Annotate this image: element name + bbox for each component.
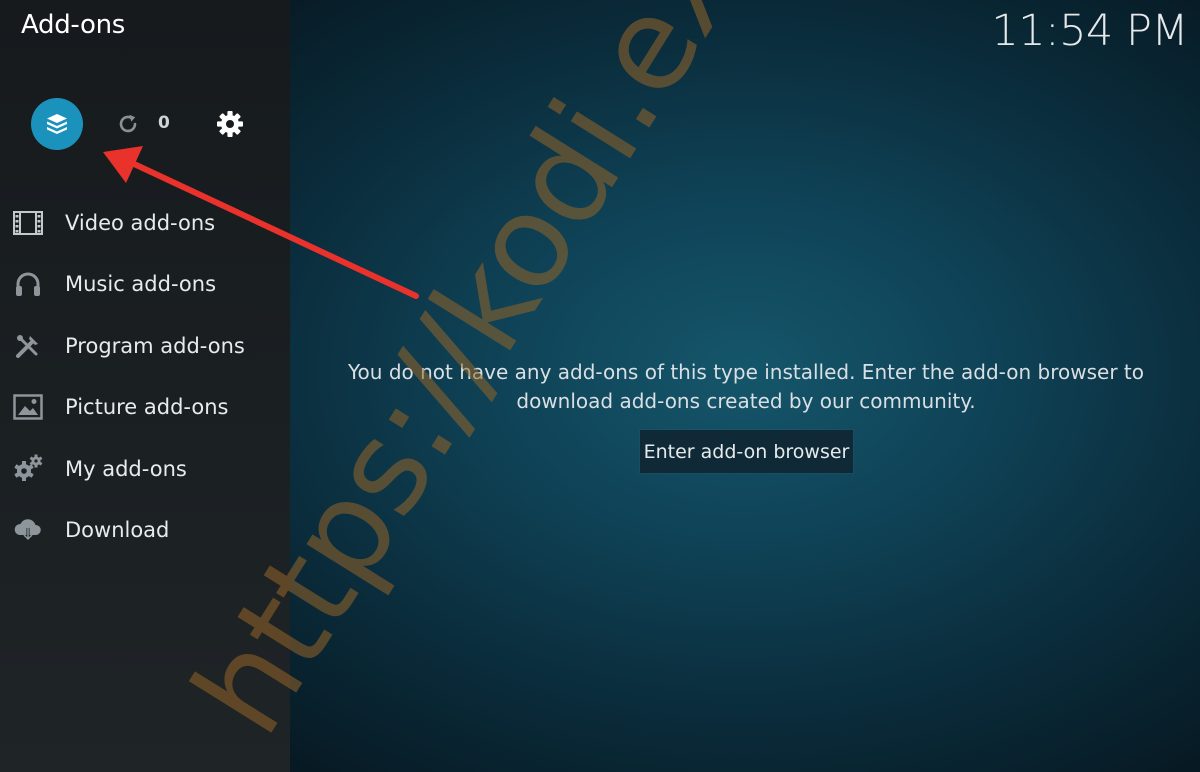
refresh-icon[interactable] — [116, 112, 140, 136]
film-icon — [12, 207, 44, 239]
clock: 11:54 PM — [991, 6, 1188, 56]
headphones-icon — [12, 268, 44, 300]
sidebar-menu: Video add-ons Music add-ons Program add-… — [0, 192, 290, 561]
sidebar-item-label: Program add-ons — [65, 333, 245, 358]
gear-icon[interactable] — [215, 109, 245, 139]
open-box-icon — [47, 114, 67, 134]
cloud-download-icon — [12, 514, 44, 546]
sidebar-item-label: Video add-ons — [65, 210, 216, 235]
sidebar-item-my-addons[interactable]: My add-ons — [0, 438, 290, 500]
sidebar-item-label: Picture add-ons — [65, 395, 229, 420]
sidebar-item-music-addons[interactable]: Music add-ons — [0, 254, 290, 316]
enter-addon-browser-button[interactable]: Enter add-on browser — [640, 430, 853, 473]
picture-icon — [12, 391, 44, 423]
tools-icon — [12, 330, 44, 362]
gears-icon — [12, 453, 44, 485]
sidebar-item-program-addons[interactable]: Program add-ons — [0, 315, 290, 377]
sidebar-item-label: Download — [65, 518, 170, 543]
addon-browser-button[interactable] — [31, 98, 83, 150]
empty-state-message: You do not have any add-ons of this type… — [348, 360, 1144, 413]
sidebar-item-download[interactable]: Download — [0, 500, 290, 562]
update-count: 0 — [158, 113, 170, 133]
sidebar-item-label: My add-ons — [65, 456, 187, 481]
sidebar-item-picture-addons[interactable]: Picture add-ons — [0, 377, 290, 439]
sidebar-toolbar: 0 — [0, 96, 290, 152]
page-title: Add-ons — [21, 10, 126, 40]
sidebar-item-label: Music add-ons — [65, 272, 217, 297]
sidebar-item-video-addons[interactable]: Video add-ons — [0, 192, 290, 254]
